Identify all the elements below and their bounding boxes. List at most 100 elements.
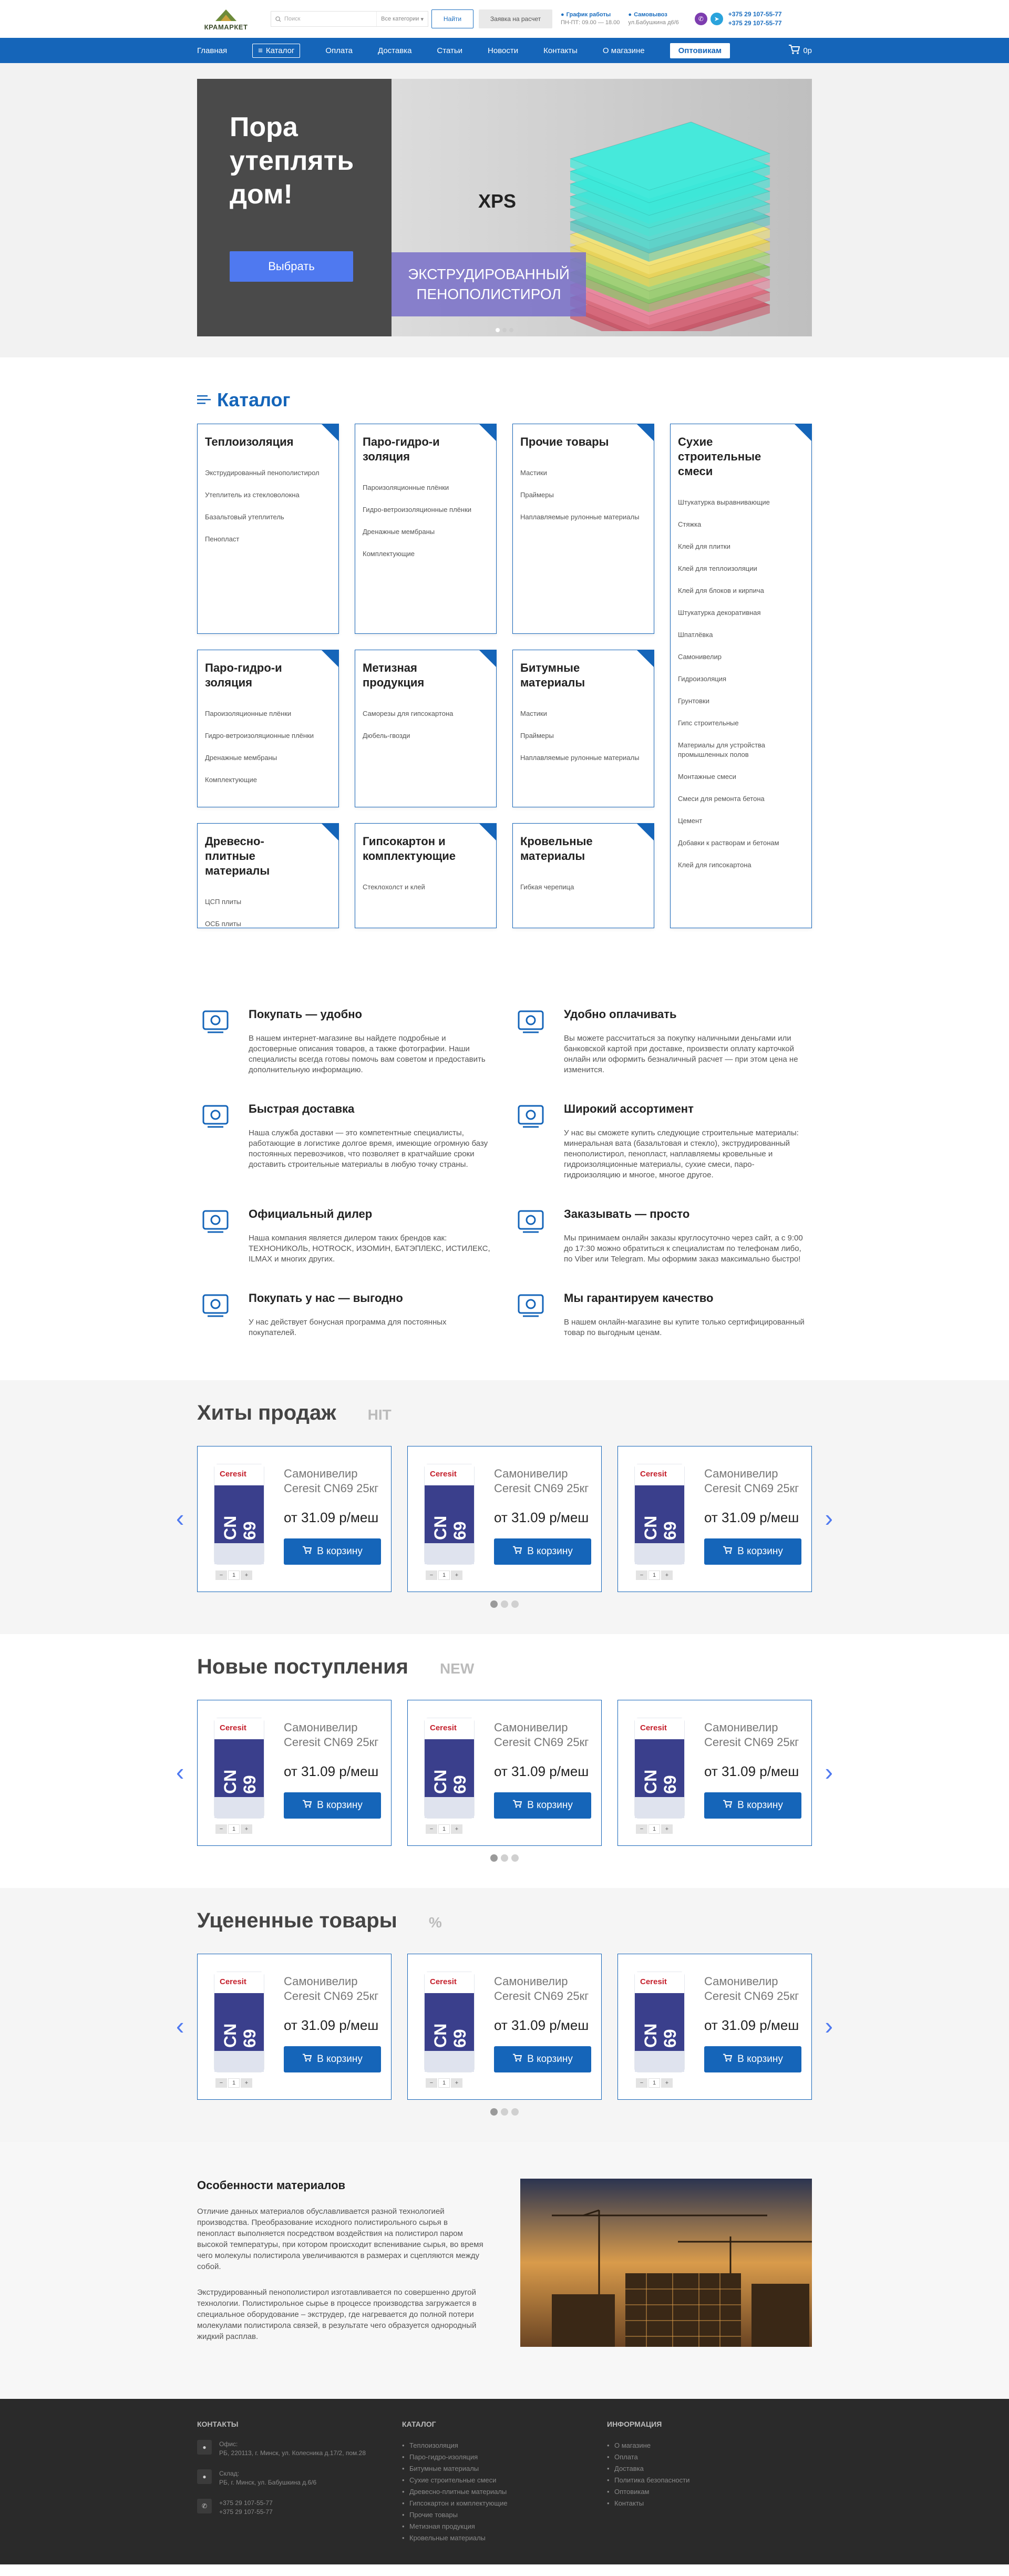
- product-card[interactable]: Ceresit CN 69 Самонивелир Ceresit CN69 25к…: [197, 1700, 392, 1846]
- catalog-subcategory-link[interactable]: Материалы для устройства промышленных по…: [678, 741, 804, 760]
- nav-item-home[interactable]: Главная: [197, 46, 227, 55]
- qty-value[interactable]: 1: [228, 1571, 240, 1580]
- catalog-subcategory-link[interactable]: Комплектующие: [363, 549, 489, 559]
- catalog-subcategory-link[interactable]: Гидро-ветроизоляционные плёнки: [205, 731, 331, 741]
- product-card[interactable]: Ceresit CN 69 Самонивелир Ceresit CN69 25к…: [617, 1446, 812, 1592]
- product-card[interactable]: Ceresit CN 69 Самонивелир Ceresit CN69 25к…: [407, 1954, 602, 2100]
- qty-value[interactable]: 1: [648, 1824, 660, 1834]
- slider-dot[interactable]: [511, 1600, 519, 1608]
- catalog-subcategory-link[interactable]: Дренажные мембраны: [205, 753, 331, 763]
- product-card[interactable]: Ceresit CN 69 Самонивелир Ceresit CN69 25к…: [197, 1954, 392, 2100]
- footer-catalog-link[interactable]: Сухие строительные смеси: [402, 2475, 607, 2486]
- product-card[interactable]: Ceresit CN 69 Самонивелир Ceresit CN69 25к…: [407, 1700, 602, 1846]
- qty-plus-button[interactable]: +: [451, 1571, 462, 1580]
- qty-plus-button[interactable]: +: [661, 1571, 673, 1580]
- catalog-card[interactable]: Древесно-плитные материалы ЦСП плиты OCБ п…: [197, 823, 339, 928]
- slider-dot[interactable]: [501, 1600, 508, 1608]
- catalog-subcategory-link[interactable]: Гипс строительные: [678, 719, 804, 728]
- qty-value[interactable]: 1: [438, 1571, 450, 1580]
- telegram-icon[interactable]: ➤: [710, 13, 723, 25]
- qty-minus-button[interactable]: −: [636, 1824, 647, 1834]
- product-image[interactable]: Ceresit CN 69: [210, 1715, 268, 1820]
- qty-plus-button[interactable]: +: [451, 1824, 462, 1834]
- catalog-subcategory-link[interactable]: Комплектующие: [205, 775, 331, 785]
- slider-dot[interactable]: [490, 2108, 498, 2116]
- add-to-cart-button[interactable]: В корзину: [704, 1792, 801, 1819]
- add-to-cart-button[interactable]: В корзину: [704, 1538, 801, 1565]
- nav-item-catalog[interactable]: ≡ Каталог: [252, 43, 301, 58]
- footer-catalog-link[interactable]: Прочие товары: [402, 2509, 607, 2521]
- product-image[interactable]: Ceresit CN 69: [420, 1715, 478, 1820]
- product-image[interactable]: Ceresit CN 69: [420, 1461, 478, 1566]
- catalog-card-title[interactable]: Древесно-плитные материалы: [205, 834, 310, 878]
- search-input[interactable]: Поиск: [271, 16, 376, 22]
- product-name[interactable]: Самонивелир Ceresit CN69 25кг: [284, 1466, 381, 1496]
- catalog-subcategory-link[interactable]: Цемент: [678, 816, 804, 826]
- footer-info-link[interactable]: Контакты: [607, 2498, 812, 2509]
- catalog-subcategory-link[interactable]: Экструдированный пенополистирол: [205, 468, 331, 478]
- product-image[interactable]: Ceresit CN 69: [210, 1969, 268, 2074]
- product-image[interactable]: Ceresit CN 69: [210, 1461, 268, 1566]
- quantity-stepper[interactable]: −1 +: [215, 1571, 252, 1580]
- qty-minus-button[interactable]: −: [636, 2078, 647, 2088]
- footer-catalog-link[interactable]: Теплоизоляция: [402, 2440, 607, 2451]
- phone-link[interactable]: +375 29 107-55-77: [728, 10, 782, 19]
- qty-value[interactable]: 1: [438, 1824, 450, 1834]
- viber-icon[interactable]: ✆: [694, 13, 707, 25]
- qty-plus-button[interactable]: +: [661, 2078, 673, 2088]
- arrow-right-icon[interactable]: ›: [825, 2011, 833, 2040]
- catalog-subcategory-link[interactable]: Смеси для ремонта бетона: [678, 794, 804, 804]
- catalog-subcategory-link[interactable]: Клей для блоков и кирпича: [678, 586, 804, 596]
- catalog-subcategory-link[interactable]: Стяжка: [678, 520, 804, 529]
- quantity-stepper[interactable]: −1 +: [636, 1824, 673, 1834]
- qty-minus-button[interactable]: −: [426, 2078, 437, 2088]
- catalog-card-title[interactable]: Паро-гидро-и золяция: [205, 661, 310, 690]
- quantity-stepper[interactable]: −1 +: [426, 1824, 462, 1834]
- qty-value[interactable]: 1: [648, 1571, 660, 1580]
- product-card[interactable]: Ceresit CN 69 Самонивелир Ceresit CN69 25к…: [197, 1446, 392, 1592]
- catalog-subcategory-link[interactable]: Штукатурка выравнивающие: [678, 498, 804, 507]
- qty-plus-button[interactable]: +: [241, 1571, 252, 1580]
- product-image[interactable]: Ceresit CN 69: [631, 1715, 688, 1820]
- catalog-subcategory-link[interactable]: Штукатурка декоративная: [678, 608, 804, 618]
- quantity-stepper[interactable]: −1 +: [426, 2078, 462, 2088]
- product-card[interactable]: Ceresit CN 69 Самонивелир Ceresit CN69 25к…: [617, 1954, 812, 2100]
- catalog-card-title[interactable]: Битумные материалы: [520, 661, 625, 690]
- add-to-cart-button[interactable]: В корзину: [284, 1792, 381, 1819]
- catalog-subcategory-link[interactable]: Грунтовки: [678, 696, 804, 706]
- add-to-cart-button[interactable]: В корзину: [284, 2046, 381, 2072]
- slider-dot[interactable]: [490, 1600, 498, 1608]
- catalog-card[interactable]: Гипсокартон и комплектующие Стеклохолст и…: [355, 823, 497, 928]
- product-name[interactable]: Самонивелир Ceresit CN69 25кг: [494, 1974, 591, 2004]
- footer-info-link[interactable]: Политика безопасности: [607, 2475, 812, 2486]
- catalog-subcategory-link[interactable]: Пароизоляционные плёнки: [205, 709, 331, 719]
- slider-dot[interactable]: [511, 1854, 519, 1862]
- catalog-subcategory-link[interactable]: Гибкая черепица: [520, 882, 646, 892]
- catalog-subcategory-link[interactable]: Праймеры: [520, 490, 646, 500]
- product-name[interactable]: Самонивелир Ceresit CN69 25кг: [494, 1466, 591, 1496]
- catalog-card-title[interactable]: Сухие строительные смеси: [678, 435, 783, 479]
- footer-catalog-link[interactable]: Кровельные материалы: [402, 2532, 607, 2544]
- add-to-cart-button[interactable]: В корзину: [284, 1538, 381, 1565]
- slider-dot[interactable]: [511, 2108, 519, 2116]
- quantity-stepper[interactable]: −1 +: [636, 2078, 673, 2088]
- add-to-cart-button[interactable]: В корзину: [494, 1792, 591, 1819]
- add-to-cart-button[interactable]: В корзину: [494, 2046, 591, 2072]
- footer-catalog-link[interactable]: Паро-гидро-изоляция: [402, 2451, 607, 2463]
- slider-dot[interactable]: [490, 1854, 498, 1862]
- catalog-subcategory-link[interactable]: Дренажные мембраны: [363, 527, 489, 537]
- catalog-subcategory-link[interactable]: Клей для теплоизоляции: [678, 564, 804, 573]
- catalog-card[interactable]: Сухие строительные смеси Штукатурка вырав…: [670, 424, 812, 928]
- wholesale-button[interactable]: Оптовикам: [670, 43, 730, 58]
- footer-catalog-link[interactable]: Гипсокартон и комплектующие: [402, 2498, 607, 2509]
- product-name[interactable]: Самонивелир Ceresit CN69 25кг: [284, 1720, 381, 1750]
- quantity-stepper[interactable]: −1 +: [636, 1571, 673, 1580]
- qty-minus-button[interactable]: −: [215, 1824, 227, 1834]
- catalog-card[interactable]: Кровельные материалы Гибкая черепица: [512, 823, 654, 928]
- catalog-subcategory-link[interactable]: Клей для плитки: [678, 542, 804, 551]
- catalog-card-title[interactable]: Гипсокартон и комплектующие: [363, 834, 468, 864]
- phone-link[interactable]: +375 29 107-55-77: [728, 19, 782, 28]
- footer-catalog-link[interactable]: Метизная продукция: [402, 2521, 607, 2532]
- catalog-card[interactable]: Прочие товары Мастики Праймеры Наплавляемые…: [512, 424, 654, 634]
- catalog-subcategory-link[interactable]: Пенопласт: [205, 535, 331, 544]
